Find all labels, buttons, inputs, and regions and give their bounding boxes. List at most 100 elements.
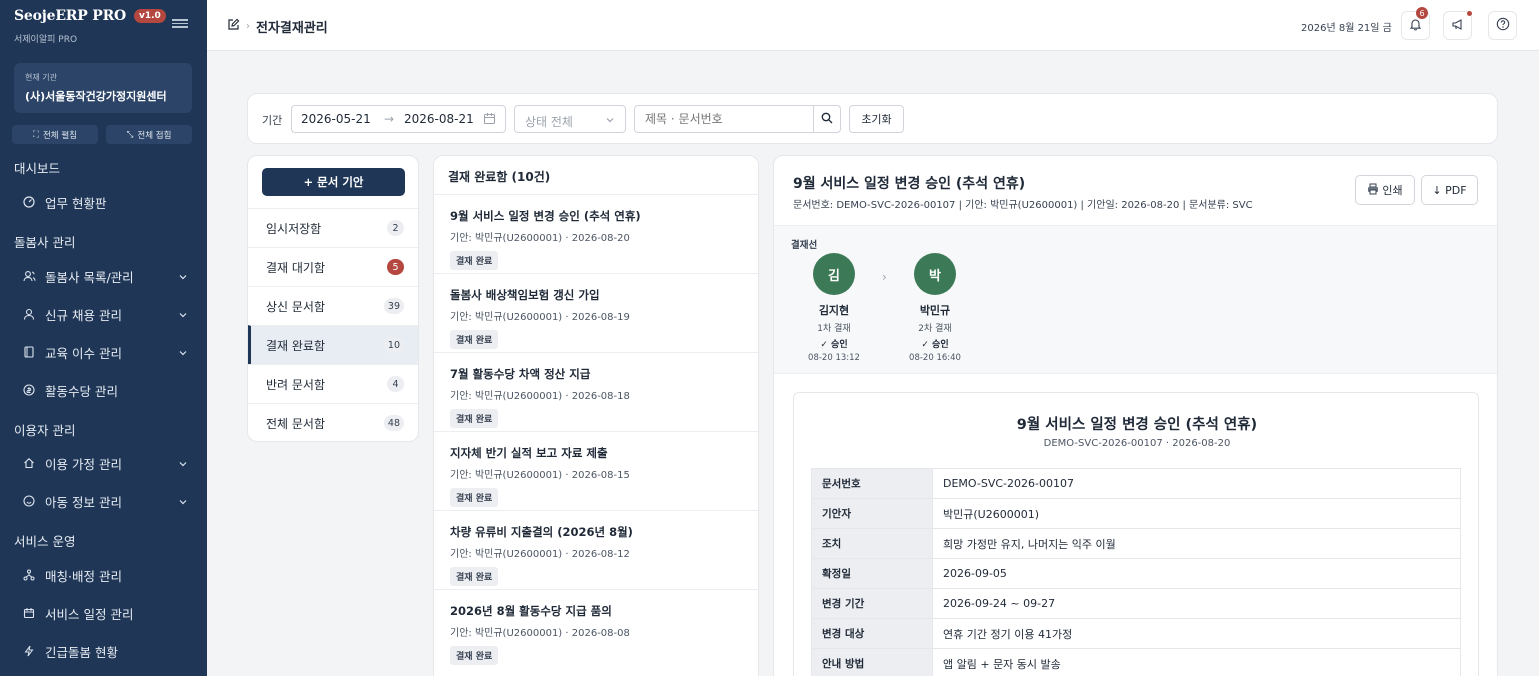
chevron-down-icon	[178, 346, 188, 361]
collapse-all-button[interactable]: ⤡ 전체 접힘	[106, 125, 192, 144]
collapse-all-label: 전체 접힘	[137, 130, 172, 141]
nav-section-service[interactable]: 서비스 운영	[14, 531, 75, 550]
list-heading: 결재 완료함 (10건)	[448, 170, 551, 184]
approver-card: 박 박민규 2차 결재 ✓ 승인 08-20 16:40	[900, 253, 970, 363]
status-badge: 결재 완료	[450, 330, 499, 349]
brand[interactable]: SeojeERP PRO v1.0	[14, 8, 166, 24]
help-button[interactable]	[1488, 11, 1517, 40]
menu-toggle-icon[interactable]	[172, 17, 188, 31]
box-label: 전체 문서함	[266, 416, 326, 431]
nav-item-label: 업무 현황판	[45, 195, 107, 211]
list-item[interactable]: 7월 활동수당 차액 정산 지급 기안: 박민규(U2600001) · 202…	[434, 352, 758, 431]
document-title: 9월 서비스 일정 변경 승인 (추석 연휴)	[1016, 417, 1258, 433]
approval-line-label: 결재선	[791, 240, 818, 251]
chevron-down-icon	[178, 495, 188, 510]
table-row: 변경 대상 연휴 기간 정기 이용 41가정	[811, 618, 1461, 649]
expand-all-label: 전체 펼침	[42, 130, 77, 141]
field-key: 변경 기간	[811, 588, 933, 619]
date-to[interactable]: 2026-08-21	[404, 112, 474, 126]
field-value: 2026-09-24 ~ 09-27	[932, 588, 1461, 619]
nav-item-work-board[interactable]: 업무 현황판	[22, 191, 198, 213]
pdf-button[interactable]: ↓ PDF	[1421, 175, 1478, 205]
box-completed[interactable]: 결재 완료함 10	[248, 325, 418, 364]
network-icon	[22, 568, 36, 582]
approver-step: 1차 결재	[817, 324, 851, 334]
nav-item-recruit[interactable]: 신규 채용 관리	[22, 303, 198, 325]
list-item[interactable]: 2026년 8월 활동수당 지급 품의 기안: 박민규(U2600001) · …	[434, 589, 758, 668]
approver-avatar: 김	[813, 253, 855, 295]
item-meta: 기안: 박민규(U2600001) · 2026-08-15	[450, 470, 630, 481]
field-value: 희망 가정만 유지, 나머지는 익주 이월	[932, 528, 1461, 559]
list-item[interactable]: 9월 서비스 일정 변경 승인 (추석 연휴) 기안: 박민규(U2600001…	[434, 194, 758, 273]
nav-item-child[interactable]: 아동 정보 관리	[22, 490, 198, 512]
approver-step: 2차 결재	[918, 324, 952, 334]
field-key: 문서번호	[811, 468, 933, 499]
chevron-down-icon	[178, 457, 188, 472]
field-key: 기안자	[811, 498, 933, 529]
chevron-down-icon	[178, 270, 188, 285]
list-item[interactable]: 지자체 반기 실적 보고 자료 제출 기안: 박민규(U2600001) · 2…	[434, 431, 758, 510]
status-select-value: 상태 전체	[525, 115, 573, 129]
document-list: 결재 완료함 (10건) 9월 서비스 일정 변경 승인 (추석 연휴) 기안:…	[433, 155, 759, 676]
brand-subtitle: 서제이알피 PRO	[14, 35, 78, 45]
box-pending[interactable]: 결재 대기함 5	[248, 247, 418, 286]
box-submitted[interactable]: 상신 문서함 39	[248, 286, 418, 325]
notification-count-badge: 6	[1416, 7, 1428, 19]
status-select[interactable]: 상태 전체	[514, 105, 626, 133]
nav-section-client[interactable]: 이용자 관리	[14, 420, 75, 439]
nav-item-caregiver-list[interactable]: 돌봄사 목록/관리	[22, 265, 198, 287]
breadcrumb: › 전자결재관리	[227, 17, 328, 36]
date-range-picker[interactable]: 2026-05-21 → 2026-08-21	[291, 105, 506, 133]
users-icon	[22, 269, 36, 283]
nav-item-allowance[interactable]: 활동수당 관리	[22, 379, 198, 401]
approver-result: ✓ 승인	[921, 340, 949, 350]
page-title: 전자결재관리	[256, 21, 328, 36]
item-title: 돌봄사 배상책임보험 갱신 가입	[450, 288, 600, 302]
search-button[interactable]	[813, 105, 841, 133]
notification-button[interactable]: 6	[1401, 7, 1430, 40]
expand-icon: ⛶	[33, 129, 39, 140]
box-rejected[interactable]: 반려 문서함 4	[248, 364, 418, 403]
date-from[interactable]: 2026-05-21	[301, 112, 371, 126]
nav-item-emergency[interactable]: 긴급돌봄 현황	[22, 640, 198, 662]
nav-item-family[interactable]: 이용 가정 관리	[22, 452, 198, 474]
field-key: 변경 대상	[811, 618, 933, 649]
version-badge: v1.0	[134, 9, 166, 23]
nav-item-label: 신규 채용 관리	[45, 307, 122, 323]
box-label: 결재 대기함	[266, 260, 326, 275]
unread-dot	[1467, 11, 1472, 16]
mailbox-panel: + 문서 기안 임시저장함 2 결재 대기함 5 상신 문서함 39 결재 완료함 10…	[247, 155, 419, 442]
new-document-button[interactable]: + 문서 기안	[262, 168, 405, 196]
nav-item-label: 교육 이수 관리	[45, 345, 122, 361]
item-title: 지자체 반기 실적 보고 자료 제출	[450, 446, 608, 460]
expand-all-button[interactable]: ⛶ 전체 펼침	[12, 125, 98, 144]
nav-section-caregiver[interactable]: 돌봄사 관리	[14, 232, 75, 251]
print-button[interactable]: 인쇄	[1355, 175, 1415, 205]
nav-item-label: 이용 가정 관리	[45, 456, 122, 472]
document-body: 9월 서비스 일정 변경 승인 (추석 연휴) DEMO-SVC-2026-00…	[793, 392, 1479, 676]
approver-time: 08-20 16:40	[909, 353, 961, 363]
nav-item-schedule[interactable]: 서비스 일정 관리	[22, 602, 198, 624]
nav-item-matching[interactable]: 매칭·배정 관리	[22, 564, 198, 586]
nav-item-training[interactable]: 교육 이수 관리	[22, 341, 198, 363]
box-label: 임시저장함	[266, 221, 322, 236]
print-label: 인쇄	[1382, 184, 1403, 197]
box-drafts[interactable]: 임시저장함 2	[248, 208, 418, 247]
list-item[interactable]: 차량 유류비 지출결의 (2026년 8월) 기안: 박민규(U2600001)…	[434, 510, 758, 589]
breadcrumb-separator: ›	[246, 21, 250, 32]
item-title: 2026년 8월 활동수당 지급 품의	[450, 604, 612, 618]
list-item[interactable]: 돌봄사 배상책임보험 갱신 가입 기안: 박민규(U2600001) · 202…	[434, 273, 758, 352]
document-subtitle: DEMO-SVC-2026-00107 · 2026-08-20	[1043, 438, 1231, 449]
bell-icon	[1409, 18, 1422, 34]
nav-section-dashboard[interactable]: 대시보드	[14, 158, 60, 177]
calendar-icon[interactable]	[483, 112, 496, 128]
status-badge: 결재 완료	[450, 488, 499, 507]
announcement-button[interactable]	[1443, 11, 1472, 40]
smile-icon	[22, 494, 36, 508]
field-value: 앱 알림 + 문자 동시 발송	[932, 648, 1461, 676]
current-org[interactable]: 현재 기관 (사)서울동작건강가정지원센터	[14, 63, 192, 113]
search-input[interactable]	[634, 105, 814, 133]
line-arrow-icon: ›	[882, 270, 887, 284]
box-all[interactable]: 전체 문서함 48	[248, 403, 418, 441]
reset-button[interactable]: 초기화	[849, 105, 904, 133]
